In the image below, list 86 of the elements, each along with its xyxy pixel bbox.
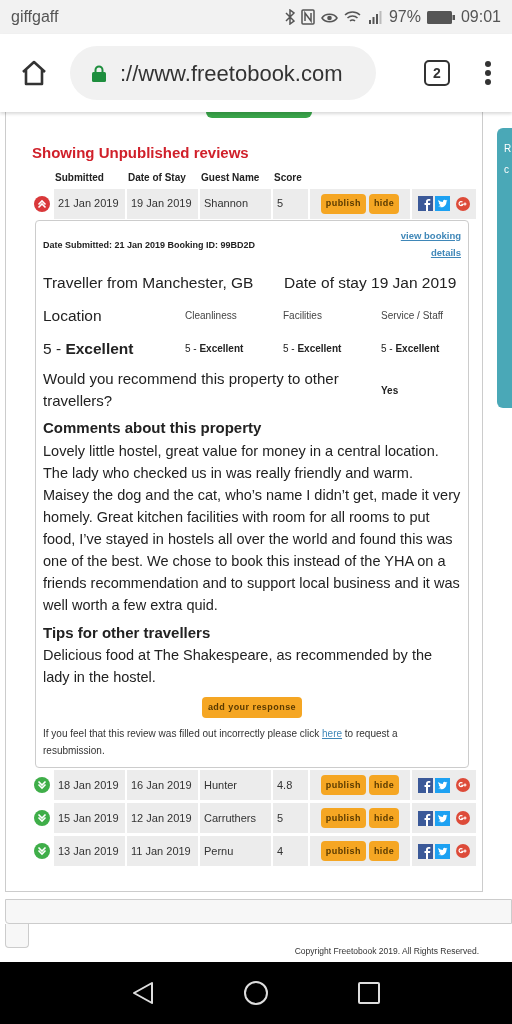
tips-heading: Tips for other travellers bbox=[43, 622, 212, 643]
back-icon[interactable] bbox=[132, 981, 154, 1005]
publish-button[interactable]: publish bbox=[320, 808, 366, 829]
here-link[interactable]: here bbox=[322, 728, 343, 740]
url-text: ://www.freetobook.com bbox=[120, 59, 343, 88]
signal-icon bbox=[366, 10, 383, 24]
table-cell: 16 Jan 2019 bbox=[127, 770, 198, 801]
traveller-origin: Traveller from Manchester, GB bbox=[43, 272, 255, 293]
rating-label: Service / Staff bbox=[381, 308, 445, 323]
expand-icon[interactable] bbox=[34, 777, 50, 794]
lock-icon bbox=[92, 64, 106, 82]
expand-icon[interactable] bbox=[34, 843, 50, 860]
table-cell: Hunter bbox=[200, 770, 271, 801]
action-button[interactable] bbox=[206, 112, 312, 118]
hide-button[interactable]: hide bbox=[368, 775, 400, 796]
rating-value: 5 - Excellent bbox=[381, 342, 441, 357]
table-cell: 4 bbox=[273, 836, 308, 867]
facebook-icon[interactable] bbox=[418, 843, 433, 859]
nfc-icon bbox=[300, 9, 315, 25]
battery-percentage: 97% bbox=[388, 7, 421, 27]
hide-button[interactable]: hide bbox=[368, 193, 400, 214]
publish-button[interactable]: publish bbox=[320, 193, 366, 214]
column-header: Score bbox=[273, 170, 303, 185]
recommend-question: Would you recommend this property to other travellers? bbox=[43, 369, 340, 412]
review-meta: Date Submitted: 21 Jan 2019 Booking ID: 99BD2D bbox=[43, 238, 256, 252]
facebook-icon[interactable] bbox=[418, 196, 433, 211]
table-cell: 19 Jan 2019 bbox=[127, 188, 198, 219]
rating-value: 5 - Excellent bbox=[43, 339, 135, 359]
table-cell: 11 Jan 2019 bbox=[127, 836, 198, 867]
column-header: Date of Stay bbox=[127, 170, 187, 185]
rating-label: Facilities bbox=[283, 308, 323, 323]
expand-icon[interactable] bbox=[34, 810, 50, 827]
recommend-answer: Yes bbox=[381, 383, 399, 398]
battery-icon bbox=[426, 10, 455, 24]
hide-button[interactable]: hide bbox=[368, 808, 400, 829]
table-cell: Pernu bbox=[200, 836, 271, 867]
menu-icon[interactable] bbox=[484, 60, 492, 86]
table-cell: Carruthers bbox=[200, 803, 271, 834]
table-cell: 4.8 bbox=[273, 770, 308, 801]
facebook-icon[interactable] bbox=[418, 777, 433, 793]
carrier-name: giffgaff bbox=[11, 7, 59, 27]
twitter-icon[interactable] bbox=[435, 777, 450, 793]
table-cell: 13 Jan 2019 bbox=[54, 836, 125, 867]
collapse-icon[interactable] bbox=[34, 195, 50, 212]
facebook-icon[interactable] bbox=[418, 810, 433, 826]
table-cell: 5 bbox=[273, 803, 308, 834]
column-header: Guest Name bbox=[200, 170, 261, 185]
rating-value: 5 - Excellent bbox=[185, 342, 245, 357]
publish-button[interactable]: publish bbox=[320, 841, 366, 862]
twitter-icon[interactable] bbox=[435, 810, 450, 826]
recent-apps-icon[interactable] bbox=[358, 982, 380, 1004]
twitter-icon[interactable] bbox=[435, 196, 450, 211]
column-header: Submitted bbox=[54, 170, 105, 185]
google-plus-icon[interactable] bbox=[456, 844, 470, 859]
table-cell: 18 Jan 2019 bbox=[54, 770, 125, 801]
publish-button[interactable]: publish bbox=[320, 775, 366, 796]
table-cell: 15 Jan 2019 bbox=[54, 803, 125, 834]
table-cell: 5 bbox=[273, 188, 308, 219]
panel-text: c bbox=[504, 163, 510, 177]
tips-text: Delicious food at The Shakespeare, as recommended by the lady in the hostel. bbox=[43, 646, 434, 688]
table-cell: Shannon bbox=[200, 188, 271, 219]
resubmission-note: If you feel that this review was filled out incorrectly please click here to request a resubmission. bbox=[43, 727, 399, 759]
comments-heading: Comments about this property bbox=[43, 418, 263, 439]
panel-text: R bbox=[504, 142, 512, 156]
tab-count[interactable]: 2 bbox=[424, 60, 450, 86]
hide-button[interactable]: hide bbox=[368, 841, 400, 862]
google-plus-icon[interactable] bbox=[456, 778, 470, 793]
table-cell: 12 Jan 2019 bbox=[127, 803, 198, 834]
home-icon[interactable] bbox=[20, 59, 48, 87]
view-booking-link[interactable]: view booking details bbox=[391, 226, 461, 261]
twitter-icon[interactable] bbox=[435, 843, 450, 859]
clock: 09:01 bbox=[460, 7, 501, 27]
table-cell: 21 Jan 2019 bbox=[54, 188, 125, 219]
copyright-text: Copyright Freetobook 2019. All Rights Reserved. bbox=[294, 945, 479, 958]
google-plus-icon[interactable] bbox=[456, 811, 470, 826]
bluetooth-icon bbox=[284, 9, 295, 25]
comments-text: Lovely little hostel, great value for money in a central location. The lady who checked us in was really friendly and warm. Maisey the dog and the cat, who’s name I didn’t get, made it very homely. Great kitchen facilities with room for all rooms to put food, I’ve stayed in hostels all over the world and found this was one of the best. We chose to book this instead of the YHA on a friends recommendation and to support local business and it was well worth a few extra quid. bbox=[43, 441, 461, 615]
rating-value: 5 - Excellent bbox=[283, 342, 343, 357]
rating-label: Location bbox=[43, 305, 103, 326]
address-bar[interactable]: ://www.freetobook.com bbox=[70, 46, 376, 100]
wifi-icon bbox=[343, 10, 361, 24]
rating-label: Cleanliness bbox=[185, 308, 238, 323]
add-response-button[interactable]: add your response bbox=[201, 697, 303, 719]
stay-date: Date of stay 19 Jan 2019 bbox=[284, 272, 457, 293]
section-heading: Showing Unpublished reviews bbox=[32, 143, 250, 163]
google-plus-icon[interactable] bbox=[456, 196, 470, 211]
